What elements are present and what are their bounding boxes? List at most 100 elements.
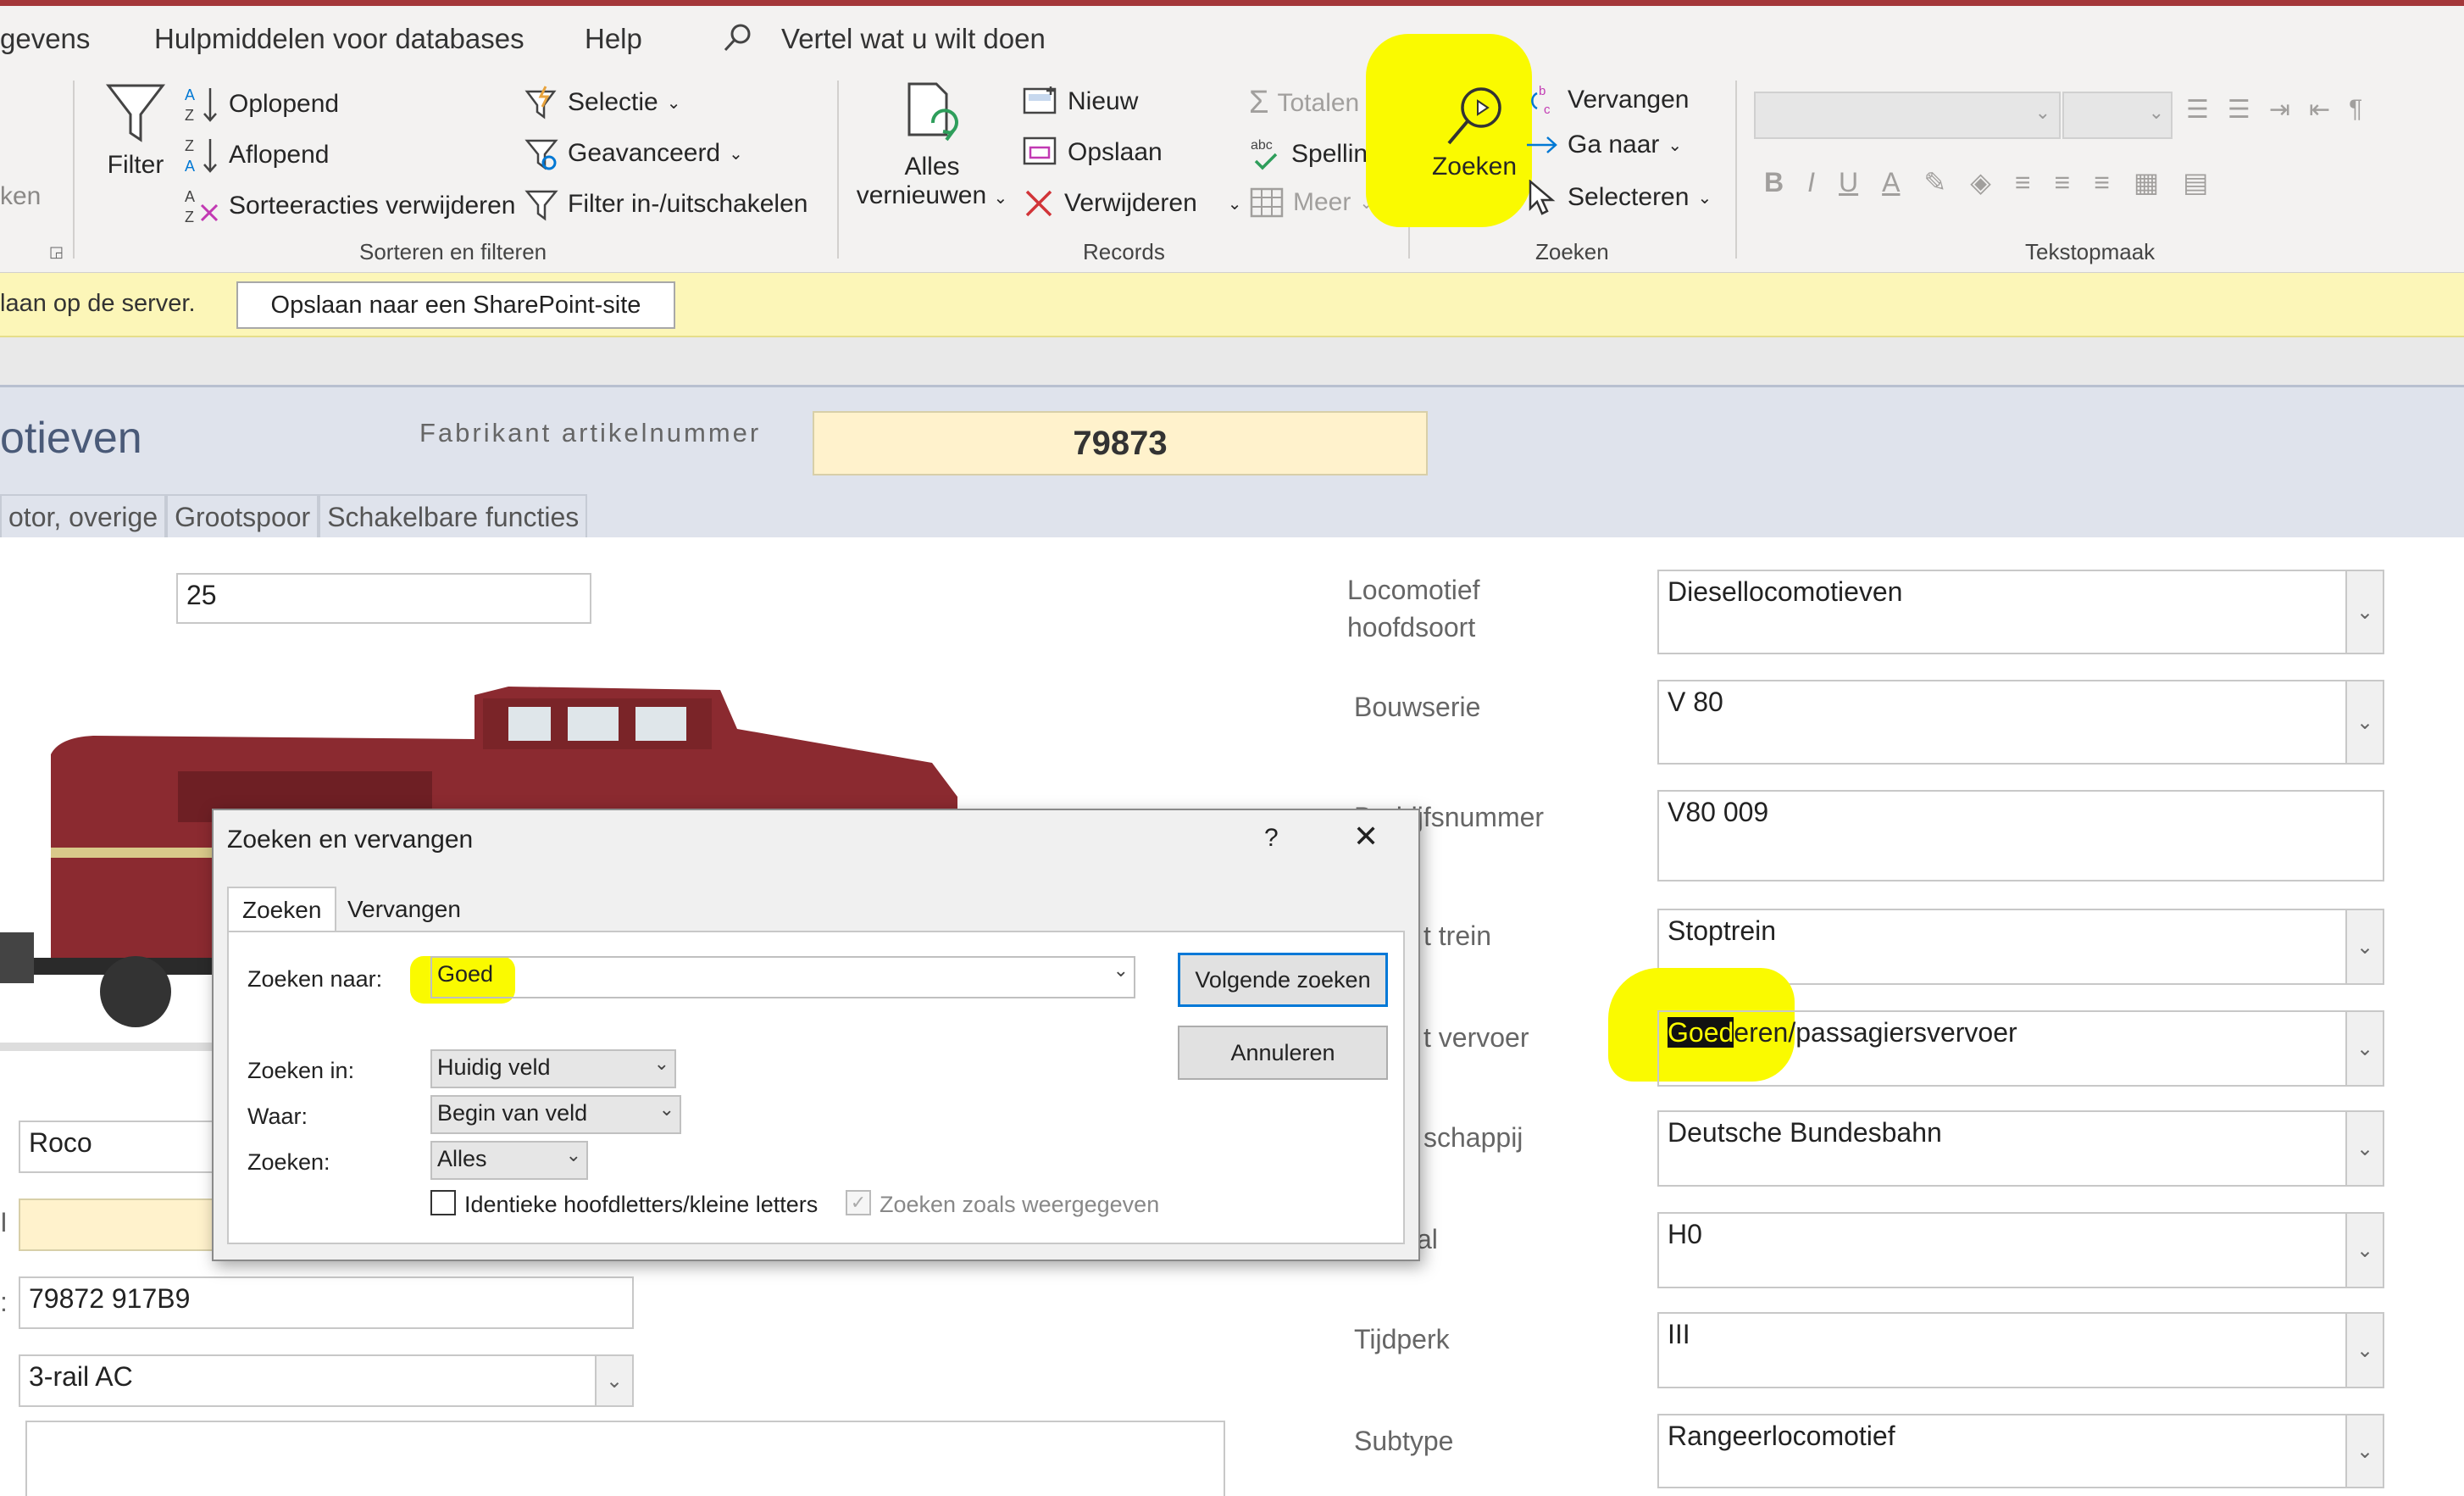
align-center-icon[interactable]: ≡	[2055, 167, 2071, 198]
close-icon[interactable]: ✕	[1353, 819, 1379, 854]
font-name-combo[interactable]: ⌄	[1754, 92, 2061, 139]
align-right-icon[interactable]: ≡	[2094, 167, 2110, 198]
manufacturer-article-field[interactable]: 79873	[813, 411, 1428, 475]
ribbon-cut-label: ken	[0, 182, 42, 210]
toggle-filter-button[interactable]: Filter in-/uitschakelen	[524, 186, 807, 222]
find-next-button[interactable]: Volgende zoeken	[1178, 953, 1388, 1007]
bold-icon[interactable]: B	[1764, 167, 1784, 198]
highlighted-field[interactable]	[19, 1198, 222, 1251]
gauge-combo[interactable]: H0 ⌄	[1657, 1212, 2384, 1288]
dialog-launcher-icon[interactable]: ◲	[49, 243, 64, 261]
loco-type-combo[interactable]: Diesellocomotieven ⌄	[1657, 570, 2384, 654]
gauge-value: H0	[1668, 1219, 1702, 1249]
sort-ascending-button[interactable]: AZ Oplopend	[183, 85, 339, 124]
chevron-down-icon[interactable]: ⌄	[1113, 959, 1129, 982]
tab-gegevens[interactable]: gevens	[0, 23, 90, 55]
underline-icon[interactable]: U	[1839, 167, 1858, 198]
era-combo[interactable]: III ⌄	[1657, 1312, 2384, 1388]
tell-me-input[interactable]: Vertel wat u wilt doen	[781, 23, 1046, 55]
chevron-down-icon[interactable]: ⌄	[2345, 681, 2383, 763]
loco-type-value: Diesellocomotieven	[1668, 576, 1903, 607]
chevron-down-icon[interactable]: ⌄	[2345, 1012, 2383, 1085]
indent-icon[interactable]: ⇥	[2269, 95, 2290, 125]
match-combo[interactable]: Begin van veld ⌄	[430, 1095, 681, 1134]
select-label: Selecteren	[1568, 183, 1690, 211]
save-icon	[1022, 136, 1059, 170]
selection-button[interactable]: Selectie ⌄	[524, 85, 681, 120]
chevron-down-icon[interactable]: ⌄	[2345, 1214, 2383, 1287]
search-icon[interactable]	[722, 21, 754, 60]
advanced-filter-button[interactable]: Geavanceerd ⌄	[524, 136, 743, 171]
select-button[interactable]: Selecteren ⌄	[1525, 180, 1712, 215]
font-size-combo[interactable]: ⌄	[2062, 92, 2173, 139]
message-bar-text: laan op de server.	[0, 290, 196, 317]
svg-text:Z: Z	[185, 137, 194, 154]
build-series-combo[interactable]: V 80 ⌄	[1657, 680, 2384, 765]
bullets-icon[interactable]: ☰	[2186, 95, 2209, 125]
article-number-field[interactable]: 79872 917B9	[19, 1276, 634, 1329]
save-to-sharepoint-button[interactable]: Opslaan naar een SharePoint-site	[236, 281, 675, 329]
delete-record-button[interactable]: Verwijderen ⌄	[1022, 186, 1242, 220]
advanced-filter-icon	[524, 136, 559, 171]
ribbon-separator	[73, 81, 75, 259]
sort-descending-button[interactable]: ZA Aflopend	[183, 136, 329, 175]
transport-type-combo[interactable]: Goederen/passagiersvervoer ⌄	[1657, 1010, 2384, 1087]
tab-replace[interactable]: Vervangen	[334, 888, 474, 931]
company-number-field[interactable]: V80 009	[1657, 790, 2384, 881]
quantity-field[interactable]: 25	[176, 573, 591, 624]
tab-find[interactable]: Zoeken	[227, 887, 337, 932]
look-in-combo[interactable]: Huidig veld ⌄	[430, 1049, 676, 1088]
find-button[interactable]: Zoeken	[1423, 81, 1525, 181]
spelling-button[interactable]: abc Spelling	[1249, 136, 1382, 173]
tab-large-scale[interactable]: Grootspoor	[166, 494, 319, 540]
toggle-filter-icon	[524, 186, 559, 222]
match-case-checkbox[interactable]	[430, 1190, 456, 1215]
chevron-down-icon[interactable]: ⌄	[2345, 1314, 2383, 1387]
find-what-combo[interactable]: Goed ⌄	[430, 956, 1135, 998]
alt-row-color-icon[interactable]: ▤	[2183, 166, 2208, 198]
highlight-pen-icon[interactable]: ✎	[1923, 166, 1946, 198]
align-left-icon[interactable]: ≡	[2015, 167, 2031, 198]
chevron-down-icon[interactable]: ⌄	[2345, 571, 2383, 653]
more-button[interactable]: Meer ⌄	[1249, 186, 1374, 219]
chevron-down-icon[interactable]: ⌄	[2345, 1415, 2383, 1487]
search-formatted-checkbox[interactable]: ✓	[846, 1190, 871, 1215]
refresh-all-button[interactable]: Alles vernieuwen ⌄	[856, 81, 1008, 210]
goto-button[interactable]: Ga naar ⌄	[1525, 131, 1682, 159]
tab-switchable-functions[interactable]: Schakelbare functies	[319, 494, 588, 540]
form-header: otieven Fabrikant artikelnummer 79873 ot…	[0, 385, 2464, 540]
font-color-icon[interactable]: A	[1882, 167, 1900, 198]
italic-icon[interactable]: I	[1807, 167, 1815, 198]
svg-text:A: A	[185, 86, 195, 103]
chevron-down-icon[interactable]: ⌄	[2345, 910, 2383, 983]
new-record-button[interactable]: Nieuw	[1022, 85, 1138, 119]
totals-button[interactable]: Σ Totalen	[1249, 85, 1359, 121]
tab-database-tools[interactable]: Hulpmiddelen voor databases	[154, 23, 524, 55]
tab-help[interactable]: Help	[585, 23, 642, 55]
filter-button[interactable]: Filter	[100, 81, 171, 180]
transport-type-label: t vervoer	[1423, 1022, 1529, 1053]
chevron-down-icon[interactable]: ⌄	[595, 1356, 632, 1405]
fill-bucket-icon[interactable]: ◈	[1970, 166, 1991, 198]
chevron-down-icon[interactable]: ⌄	[2345, 1112, 2383, 1185]
replace-button[interactable]: bc Vervangen	[1525, 83, 1689, 117]
railway-company-value: Deutsche Bundesbahn	[1668, 1117, 1942, 1148]
numbering-icon[interactable]: ☰	[2228, 95, 2250, 125]
help-icon[interactable]: ?	[1264, 824, 1279, 853]
save-record-button[interactable]: Opslaan	[1022, 136, 1163, 170]
manufacturer-field[interactable]: Roco	[19, 1121, 222, 1173]
remove-sort-button[interactable]: AZ Sorteeracties verwijderen	[183, 186, 515, 225]
rail-system-combo[interactable]: 3-rail AC ⌄	[19, 1354, 634, 1407]
gridlines-icon[interactable]: ▦	[2134, 166, 2159, 198]
railway-company-combo[interactable]: Deutsche Bundesbahn ⌄	[1657, 1110, 2384, 1187]
rtl-icon[interactable]: ¶	[2349, 95, 2362, 125]
advanced-filter-label: Geavanceerd	[568, 139, 721, 167]
notes-field[interactable]	[25, 1421, 1225, 1496]
outdent-icon[interactable]: ⇤	[2309, 95, 2330, 125]
cancel-button[interactable]: Annuleren	[1178, 1026, 1388, 1080]
replace-label: Vervangen	[1568, 86, 1690, 114]
search-direction-combo[interactable]: Alles ⌄	[430, 1141, 588, 1180]
subtype-combo[interactable]: Rangeerlocomotief ⌄	[1657, 1414, 2384, 1488]
tab-motor-other[interactable]: otor, overige	[0, 494, 167, 540]
list-format-buttons: ☰ ☰ ⇥ ⇤ ¶	[2186, 95, 2362, 125]
